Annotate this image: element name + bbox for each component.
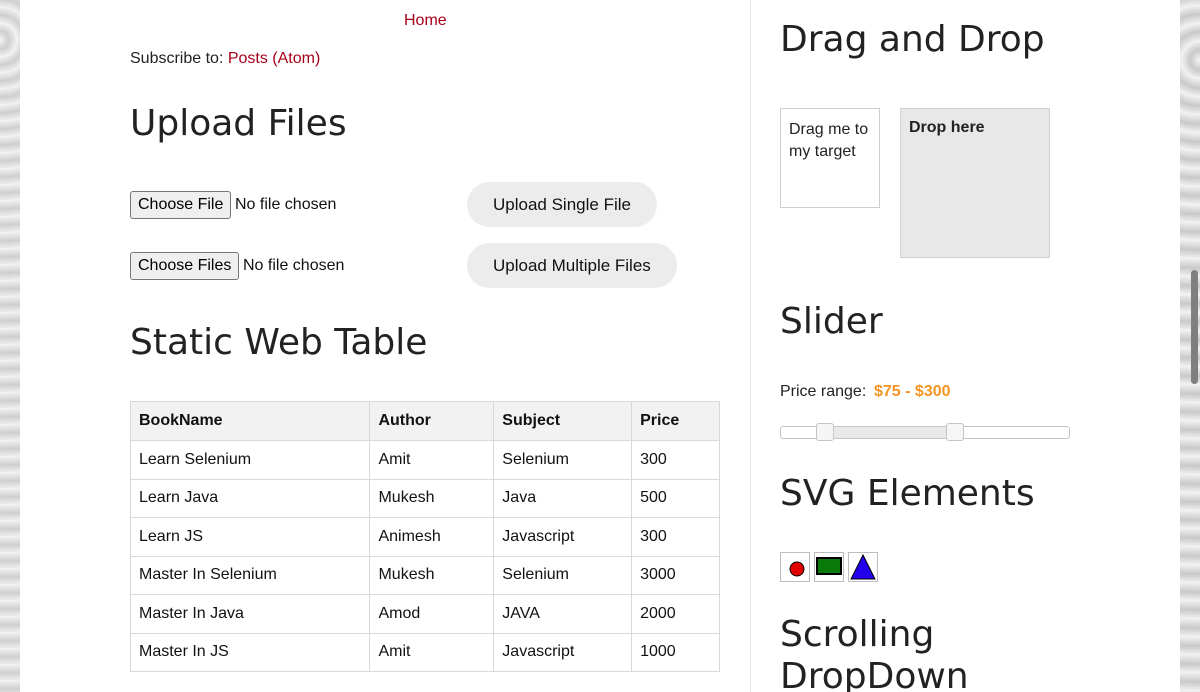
cell-subject: Selenium xyxy=(493,555,633,595)
cell-subject: Selenium xyxy=(493,440,633,480)
column-divider xyxy=(750,0,751,692)
cell-author: Animesh xyxy=(369,517,495,557)
cell-price: 300 xyxy=(631,517,720,557)
multiple-file-status: No file chosen xyxy=(243,257,345,274)
background-left xyxy=(0,0,20,692)
slider-range xyxy=(825,427,955,438)
cell-author: Amod xyxy=(369,594,495,634)
table-row: Learn Java Mukesh Java 500 xyxy=(129,478,720,518)
cell-author: Amit xyxy=(369,440,495,480)
svg-elements-heading: SVG Elements xyxy=(780,473,1035,514)
column-header: BookName xyxy=(129,401,371,441)
subscribe-prefix: Subscribe to: xyxy=(130,50,228,67)
choose-file-button[interactable]: Choose File xyxy=(130,191,232,219)
choose-files-button[interactable]: Choose Files xyxy=(130,252,240,280)
slider-heading: Slider xyxy=(780,301,883,342)
table-header-row: BookName Author Subject Price xyxy=(129,401,720,441)
page-scrollbar-thumb[interactable] xyxy=(1191,270,1198,384)
cell-price: 2000 xyxy=(631,594,720,634)
cell-author: Mukesh xyxy=(369,478,495,518)
column-header: Price xyxy=(631,401,720,441)
price-slider[interactable] xyxy=(780,423,1070,441)
table-row: Master In Selenium Mukesh Selenium 3000 xyxy=(129,555,720,595)
cell-bookname: Master In JS xyxy=(129,632,371,672)
rectangle-icon[interactable] xyxy=(814,552,844,582)
cell-subject: Javascript xyxy=(493,517,633,557)
books-table: BookName Author Subject Price Learn Sele… xyxy=(129,401,720,672)
single-file-status: No file chosen xyxy=(235,196,337,213)
cell-bookname: Learn Java xyxy=(129,478,371,518)
price-range-value: $75 - $300 xyxy=(874,383,951,400)
cell-subject: Java xyxy=(493,478,633,518)
circle-icon[interactable] xyxy=(780,552,810,582)
home-link[interactable]: Home xyxy=(404,12,447,30)
posts-atom-link[interactable]: Posts (Atom) xyxy=(228,50,320,67)
cell-author: Mukesh xyxy=(369,555,495,595)
draggable-box[interactable]: Drag me to my target xyxy=(780,108,880,208)
cell-author: Amit xyxy=(369,632,495,672)
scrolling-heading-line2: DropDown xyxy=(780,656,969,692)
table-row: Learn JS Animesh Javascript 300 xyxy=(129,517,720,557)
price-range-label: Price range: xyxy=(780,383,867,400)
table-row: Learn Selenium Amit Selenium 300 xyxy=(129,440,720,480)
drag-and-drop-heading: Drag and Drop xyxy=(780,19,1045,60)
droppable-box[interactable]: Drop here xyxy=(900,108,1050,258)
cell-bookname: Learn Selenium xyxy=(129,440,371,480)
column-header: Author xyxy=(369,401,495,441)
table-row: Master In Java Amod JAVA 2000 xyxy=(129,594,720,634)
scrolling-dropdown-heading: Scrolling DropDown xyxy=(780,614,969,692)
upload-multiple-files-button[interactable]: Upload Multiple Files xyxy=(467,243,677,288)
cell-subject: JAVA xyxy=(493,594,633,634)
cell-subject: Javascript xyxy=(493,632,633,672)
static-web-table-heading: Static Web Table xyxy=(130,322,428,363)
scrolling-heading-line1: Scrolling xyxy=(780,614,935,655)
cell-price: 300 xyxy=(631,440,720,480)
upload-files-heading: Upload Files xyxy=(130,103,347,144)
cell-price: 3000 xyxy=(631,555,720,595)
table-row: Master In JS Amit Javascript 1000 xyxy=(129,632,720,672)
cell-bookname: Master In Java xyxy=(129,594,371,634)
cell-bookname: Learn JS xyxy=(129,517,371,557)
slider-max-handle[interactable] xyxy=(946,423,964,441)
column-header: Subject xyxy=(493,401,633,441)
slider-min-handle[interactable] xyxy=(816,423,834,441)
subscribe-line: Subscribe to: Posts (Atom) xyxy=(130,50,320,68)
triangle-icon[interactable] xyxy=(848,552,878,582)
upload-single-file-button[interactable]: Upload Single File xyxy=(467,182,657,227)
cell-price: 1000 xyxy=(631,632,720,672)
cell-bookname: Master In Selenium xyxy=(129,555,371,595)
cell-price: 500 xyxy=(631,478,720,518)
